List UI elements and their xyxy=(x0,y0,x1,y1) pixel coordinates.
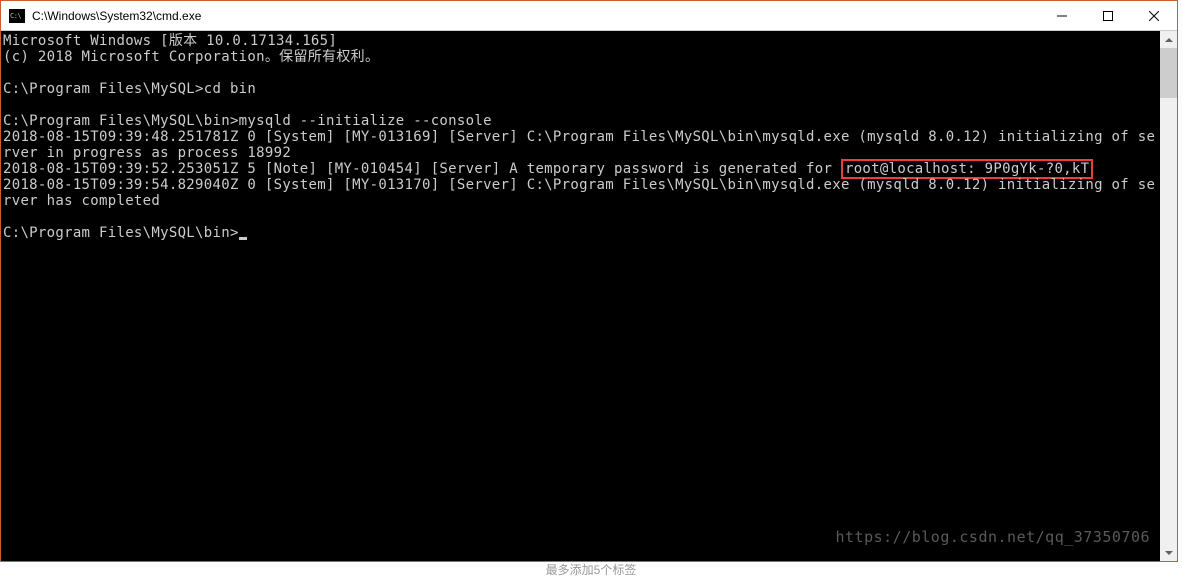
maximize-icon xyxy=(1103,11,1113,21)
chevron-down-icon xyxy=(1165,551,1173,555)
output-line: 2018-08-15T09:39:52.253051Z 5 [Note] [MY… xyxy=(3,161,841,177)
window-title: C:\Windows\System32\cmd.exe xyxy=(32,9,1039,23)
footer-tag-hint: 最多添加5个标签 xyxy=(546,561,637,578)
output-line: 2018-08-15T09:39:54.829040Z 0 [System] [… xyxy=(3,177,1155,209)
output-line: C:\Program Files\MySQL\bin>mysqld --init… xyxy=(3,113,492,129)
side-gap xyxy=(1178,30,1182,562)
output-line: C:\Program Files\MySQL>cd bin xyxy=(3,81,256,97)
minimize-icon xyxy=(1057,11,1067,21)
cursor xyxy=(239,237,247,240)
cmd-window: C:\Windows\System32\cmd.exe Microsoft Wi… xyxy=(0,0,1178,562)
minimize-button[interactable] xyxy=(1039,1,1085,30)
content-area: Microsoft Windows [版本 10.0.17134.165] (c… xyxy=(1,31,1177,561)
scroll-up-arrow[interactable] xyxy=(1160,31,1177,48)
scroll-down-arrow[interactable] xyxy=(1160,544,1177,561)
maximize-button[interactable] xyxy=(1085,1,1131,30)
scroll-thumb[interactable] xyxy=(1160,48,1177,98)
close-button[interactable] xyxy=(1131,1,1177,30)
chevron-up-icon xyxy=(1165,38,1173,42)
vertical-scrollbar[interactable] xyxy=(1160,31,1177,561)
output-line: (c) 2018 Microsoft Corporation。保留所有权利。 xyxy=(3,49,379,65)
cmd-icon xyxy=(9,9,25,23)
prompt-line: C:\Program Files\MySQL\bin> xyxy=(3,225,239,241)
terminal-output[interactable]: Microsoft Windows [版本 10.0.17134.165] (c… xyxy=(1,31,1160,561)
titlebar[interactable]: C:\Windows\System32\cmd.exe xyxy=(1,1,1177,31)
output-line: Microsoft Windows [版本 10.0.17134.165] xyxy=(3,33,337,49)
window-controls xyxy=(1039,1,1177,30)
scroll-track[interactable] xyxy=(1160,48,1177,544)
password-highlight: root@localhost: 9P0gYk-?0,kT xyxy=(841,159,1093,179)
close-icon xyxy=(1149,11,1159,21)
watermark: https://blog.csdn.net/qq_37350706 xyxy=(835,529,1150,545)
output-line: 2018-08-15T09:39:48.251781Z 0 [System] [… xyxy=(3,129,1155,161)
